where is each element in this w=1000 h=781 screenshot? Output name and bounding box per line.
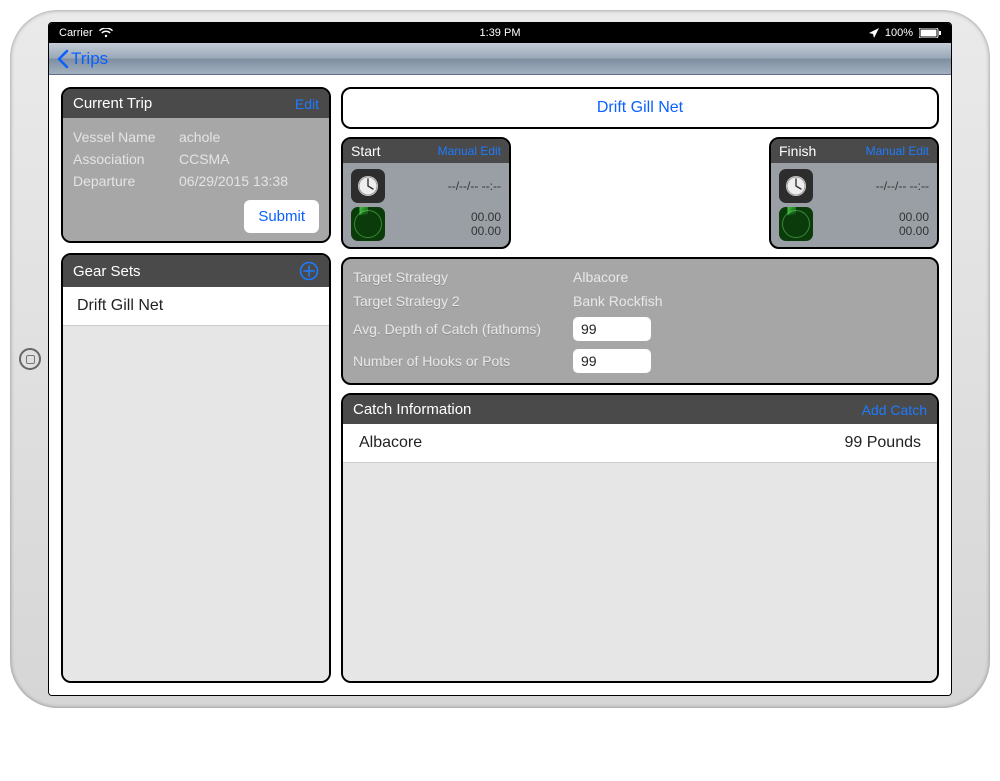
catch-info-panel: Catch Information Add Catch Albacore 99 … bbox=[341, 393, 939, 683]
departure-label: Departure bbox=[73, 173, 179, 189]
home-button[interactable] bbox=[19, 348, 41, 370]
avg-depth-input[interactable] bbox=[573, 317, 651, 341]
departure-value: 06/29/2015 13:38 bbox=[179, 173, 288, 189]
submit-button[interactable]: Submit bbox=[244, 200, 319, 233]
back-label: Trips bbox=[71, 49, 108, 69]
clock-icon[interactable] bbox=[351, 169, 385, 203]
gear-sets-header: Gear Sets bbox=[63, 255, 329, 287]
finish-manual-edit[interactable]: Manual Edit bbox=[866, 144, 929, 158]
start-manual-edit[interactable]: Manual Edit bbox=[438, 144, 501, 158]
vessel-label: Vessel Name bbox=[73, 129, 179, 145]
back-button[interactable]: Trips bbox=[55, 49, 108, 69]
avg-depth-row: Avg. Depth of Catch (fathoms) bbox=[353, 313, 927, 345]
catch-info-header: Catch Information Add Catch bbox=[343, 395, 937, 424]
target-strategy-row[interactable]: Target Strategy Albacore bbox=[353, 265, 927, 289]
target-strategy2-label: Target Strategy 2 bbox=[353, 293, 573, 309]
nav-bar: Trips bbox=[49, 43, 951, 75]
radar-icon[interactable] bbox=[779, 207, 813, 241]
association-row: Association CCSMA bbox=[73, 148, 319, 170]
catch-amount: 99 Pounds bbox=[844, 434, 921, 452]
gear-sets-title: Gear Sets bbox=[73, 263, 141, 280]
association-value: CCSMA bbox=[179, 151, 230, 167]
start-title: Start bbox=[351, 143, 381, 159]
vessel-row: Vessel Name achole bbox=[73, 126, 319, 148]
catch-info-title: Catch Information bbox=[353, 401, 471, 418]
radar-icon[interactable] bbox=[351, 207, 385, 241]
carrier-text: Carrier bbox=[59, 27, 93, 39]
start-panel: Start Manual Edit --/--/-- --:-- bbox=[341, 137, 511, 249]
battery-text: 100% bbox=[885, 27, 913, 39]
start-lat: 00.00 bbox=[471, 210, 501, 224]
add-catch-button[interactable]: Add Catch bbox=[862, 402, 927, 418]
hooks-row: Number of Hooks or Pots bbox=[353, 345, 927, 377]
association-label: Association bbox=[73, 151, 179, 167]
start-finish-row: Start Manual Edit --/--/-- --:-- bbox=[341, 137, 939, 249]
start-lon: 00.00 bbox=[471, 224, 501, 238]
catch-species: Albacore bbox=[359, 434, 422, 452]
content: Current Trip Edit Vessel Name achole Ass… bbox=[49, 75, 951, 695]
avg-depth-label: Avg. Depth of Catch (fathoms) bbox=[353, 321, 573, 337]
target-strategy2-row[interactable]: Target Strategy 2 Bank Rockfish bbox=[353, 289, 927, 313]
target-strategy-label: Target Strategy bbox=[353, 269, 573, 285]
catch-list: Albacore 99 Pounds bbox=[343, 424, 937, 681]
catch-row[interactable]: Albacore 99 Pounds bbox=[343, 424, 937, 463]
edit-button[interactable]: Edit bbox=[295, 96, 319, 112]
add-gear-set-button[interactable] bbox=[299, 261, 319, 281]
battery-icon bbox=[919, 28, 941, 38]
clock-icon[interactable] bbox=[779, 169, 813, 203]
hooks-label: Number of Hooks or Pots bbox=[353, 353, 573, 369]
location-icon bbox=[869, 28, 879, 38]
finish-title: Finish bbox=[779, 143, 816, 159]
gear-set-item[interactable]: Drift Gill Net bbox=[63, 287, 329, 326]
gear-sets-panel: Gear Sets Drift Gill Net bbox=[61, 253, 331, 683]
screen: Carrier 1:39 PM 100% Trips bbox=[48, 22, 952, 696]
hooks-input[interactable] bbox=[573, 349, 651, 373]
status-time: 1:39 PM bbox=[49, 27, 951, 39]
finish-panel: Finish Manual Edit --/--/-- --:-- bbox=[769, 137, 939, 249]
vessel-value: achole bbox=[179, 129, 220, 145]
finish-lat: 00.00 bbox=[899, 210, 929, 224]
target-strategy-value: Albacore bbox=[573, 269, 628, 285]
current-trip-header: Current Trip Edit bbox=[63, 89, 329, 118]
status-bar: Carrier 1:39 PM 100% bbox=[49, 23, 951, 43]
ipad-frame: Carrier 1:39 PM 100% Trips bbox=[10, 10, 990, 708]
gear-type-button[interactable]: Drift Gill Net bbox=[341, 87, 939, 129]
left-column: Current Trip Edit Vessel Name achole Ass… bbox=[61, 87, 331, 683]
wifi-icon bbox=[99, 28, 113, 38]
start-datetime: --/--/-- --:-- bbox=[448, 179, 501, 193]
current-trip-panel: Current Trip Edit Vessel Name achole Ass… bbox=[61, 87, 331, 243]
finish-datetime: --/--/-- --:-- bbox=[876, 179, 929, 193]
current-trip-title: Current Trip bbox=[73, 95, 152, 112]
strategy-panel: Target Strategy Albacore Target Strategy… bbox=[341, 257, 939, 385]
target-strategy2-value: Bank Rockfish bbox=[573, 293, 662, 309]
gear-sets-list: Drift Gill Net bbox=[63, 287, 329, 681]
finish-lon: 00.00 bbox=[899, 224, 929, 238]
departure-row: Departure 06/29/2015 13:38 bbox=[73, 170, 319, 192]
right-column: Drift Gill Net Start Manual Edit bbox=[341, 87, 939, 683]
